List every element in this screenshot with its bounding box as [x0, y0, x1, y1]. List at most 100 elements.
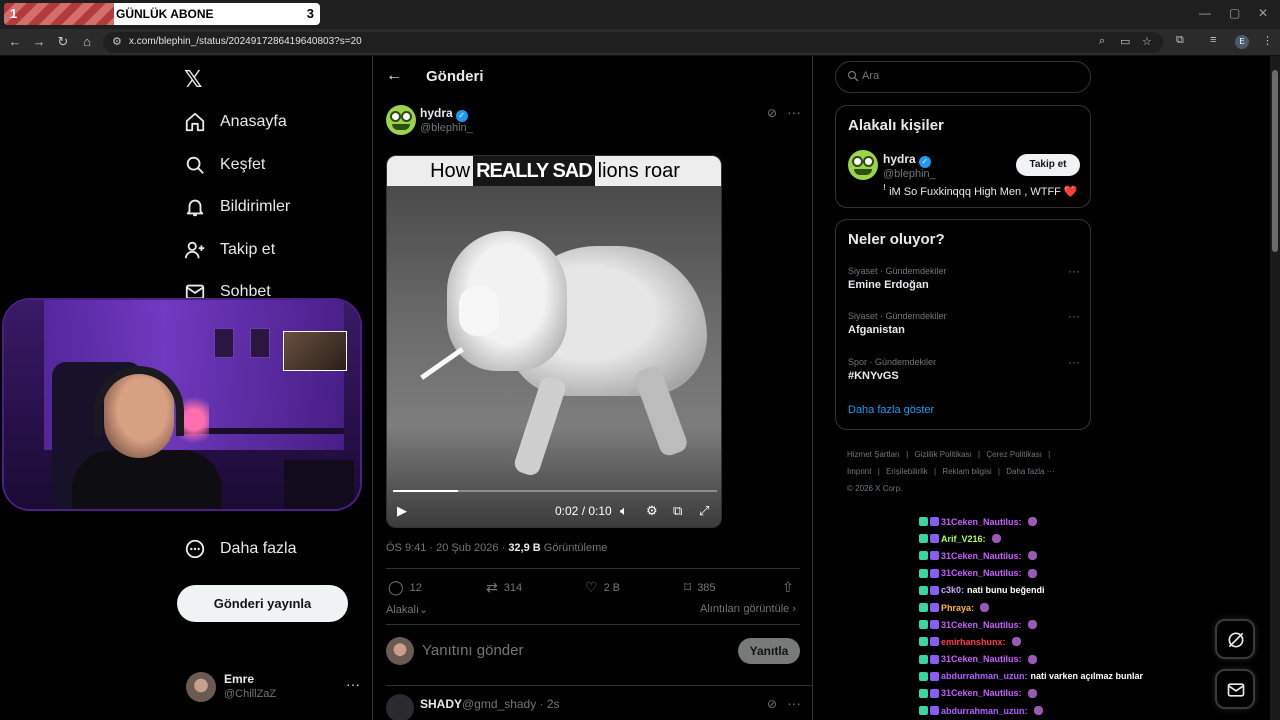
pip-icon[interactable]: ⧉ — [673, 503, 682, 519]
caption-after: lions roar — [597, 159, 680, 182]
bookmark-action[interactable]: ⌑ 385 — [684, 579, 716, 596]
grok-icon[interactable]: ⊘ — [767, 106, 777, 120]
trend-name[interactable]: Emine Erdoğan — [848, 279, 929, 291]
nav-item-home[interactable]: Anasayfa — [184, 107, 287, 137]
reload-icon[interactable]: ↻ — [54, 33, 72, 51]
back-arrow-icon[interactable]: ← — [386, 67, 402, 85]
sub-badge-icon — [919, 671, 928, 681]
more-dots-icon[interactable]: ··· — [1068, 309, 1080, 323]
footer-link[interactable]: Gizlilik Politikası — [914, 450, 971, 459]
share-action[interactable]: ⇧ — [782, 579, 800, 596]
follow-icon — [184, 241, 205, 259]
site-info-icon[interactable]: ⚙ — [112, 35, 122, 48]
zoom-icon[interactable]: ⌕ — [1099, 35, 1105, 48]
chat-username[interactable]: 31Ceken_Nautilus: — [941, 568, 1022, 578]
url-text[interactable]: x.com/blephin_/status/202491728641964080… — [129, 36, 362, 47]
cast-icon[interactable]: ▭ — [1120, 35, 1130, 48]
maximize-icon[interactable]: ▢ — [1229, 6, 1240, 20]
fullscreen-icon[interactable]: ⤢ — [699, 503, 709, 519]
grok-icon[interactable]: ⊘ — [767, 697, 777, 711]
footer-link[interactable]: Erişilebilirlik — [886, 467, 928, 476]
trend-name[interactable]: #KNYvGS — [848, 370, 899, 382]
chat-username[interactable]: 31Ceken_Nautilus: — [941, 551, 1022, 561]
extensions-icon[interactable]: ⧉ — [1176, 34, 1184, 47]
profile-avatar[interactable]: E — [1235, 35, 1249, 49]
messages-button[interactable] — [1215, 669, 1255, 709]
more-dots-icon[interactable]: ··· — [787, 104, 801, 120]
nav-item-more[interactable]: Daha fazla — [184, 534, 297, 564]
trend-name[interactable]: Afganistan — [848, 324, 905, 336]
forward-icon[interactable]: → — [30, 33, 48, 51]
chat-username[interactable]: abdurrahman_uzun: — [941, 671, 1028, 681]
footer-link[interactable]: Hizmet Şartları — [847, 450, 900, 459]
reply-action[interactable]: ◯ 12 — [388, 579, 422, 596]
nav-item-notifications[interactable]: Bildirimler — [184, 192, 290, 222]
home-browser-icon[interactable]: ⌂ — [78, 33, 96, 51]
chat-username[interactable]: abdurrahman_uzun: — [941, 706, 1028, 716]
chat-username[interactable]: 31Ceken_Nautilus: — [941, 688, 1022, 698]
minimize-icon[interactable]: — — [1199, 6, 1211, 20]
nav-item-follow[interactable]: Takip et — [184, 235, 275, 265]
chat-username[interactable]: 31Ceken_Nautilus: — [941, 517, 1022, 527]
post-timestamp[interactable]: ÖS 9:41 · 20 Şub 2026 · — [386, 542, 508, 554]
avatar[interactable] — [386, 694, 414, 720]
play-icon[interactable]: ▶ — [397, 503, 407, 519]
views-count: 32,9 B — [508, 542, 541, 554]
more-dots-icon[interactable]: ··· — [1068, 355, 1080, 369]
view-quotes-link[interactable]: Alıntıları görüntüle › — [700, 603, 796, 615]
person-avatar[interactable] — [848, 150, 878, 180]
more-dots-icon[interactable]: ··· — [787, 695, 801, 711]
person-name[interactable]: hydra ✓ — [883, 152, 931, 168]
reply-input[interactable]: Yanıtını gönder — [422, 642, 523, 659]
video-player[interactable]: How REALLY SAD lions roar ▶ 0:02 / 0:10 … — [386, 155, 722, 528]
more-dots-icon[interactable]: ··· — [1068, 264, 1080, 278]
views-label: Görüntüleme — [540, 542, 608, 554]
settings-gear-icon[interactable]: ⚙ — [646, 503, 658, 519]
frog-eye — [390, 111, 401, 122]
show-more-link[interactable]: Daha fazla göster — [848, 404, 934, 416]
reply-button[interactable]: Yanıtla — [738, 638, 800, 664]
chat-username[interactable]: 31Ceken_Nautilus: — [941, 620, 1022, 630]
chat-username[interactable]: emirhanshunx: — [941, 637, 1006, 647]
author-handle[interactable]: @blephin_ — [420, 122, 473, 134]
back-icon[interactable]: ← — [6, 33, 24, 51]
chat-badge-icon — [930, 671, 939, 681]
chat-username[interactable]: 31Ceken_Nautilus: — [941, 654, 1022, 664]
like-action[interactable]: ♡ 2 B — [585, 579, 620, 596]
reply-author-handle[interactable]: @gmd_shady · 2s — [462, 697, 560, 711]
x-logo[interactable]: 𝕏 — [184, 66, 203, 93]
scrollbar-thumb[interactable] — [1272, 70, 1278, 252]
chat-message: 31Ceken_Nautilus: — [919, 513, 1169, 530]
author-avatar[interactable] — [386, 105, 416, 135]
relevant-sort-link[interactable]: Alakalı⌄ — [386, 603, 428, 616]
chat-username[interactable]: Phraya: — [941, 603, 974, 613]
account-switcher[interactable]: Emre @ChillZaZ ··· — [186, 670, 366, 704]
grok-button[interactable] — [1215, 619, 1255, 659]
media-icon[interactable]: ≡ — [1210, 34, 1216, 46]
nav-item-explore[interactable]: Keşfet — [184, 150, 265, 180]
repost-action[interactable]: ⇄ 314 — [486, 579, 522, 596]
search-box[interactable] — [835, 61, 1091, 93]
post-button[interactable]: Gönderi yayınla — [177, 585, 348, 622]
chat-username[interactable]: Arif_V216: — [941, 534, 986, 544]
page-scrollbar[interactable] — [1270, 56, 1280, 720]
footer-link[interactable]: Daha fazla ··· — [1006, 467, 1054, 476]
menu-kebab-icon[interactable]: ⋮ — [1262, 34, 1273, 47]
person-handle[interactable]: @blephin_ — [883, 168, 936, 180]
footer-link[interactable]: Çerez Politikası — [986, 450, 1042, 459]
close-icon[interactable]: ✕ — [1258, 6, 1268, 20]
footer-link[interactable]: Imprint — [847, 467, 871, 476]
more-dots-icon[interactable]: ··· — [346, 676, 360, 692]
frog-mouth — [392, 124, 410, 130]
chat-username[interactable]: c3k0: — [941, 585, 964, 595]
volume-icon[interactable]: 🔈︎ — [620, 503, 628, 519]
caption-before: How — [430, 159, 471, 182]
bookmark-star-icon[interactable]: ☆ — [1142, 35, 1152, 48]
follow-button[interactable]: Takip et — [1016, 154, 1080, 176]
search-input[interactable] — [862, 70, 1072, 82]
author-name[interactable]: hydra ✓ — [420, 106, 468, 122]
reply-author-name[interactable]: SHADY — [420, 697, 462, 711]
address-bar[interactable]: ⚙ x.com/blephin_/status/2024917286419640… — [103, 32, 1163, 53]
footer-link[interactable]: Reklam bilgisi — [942, 467, 991, 476]
video-progress-bar[interactable] — [393, 490, 717, 492]
